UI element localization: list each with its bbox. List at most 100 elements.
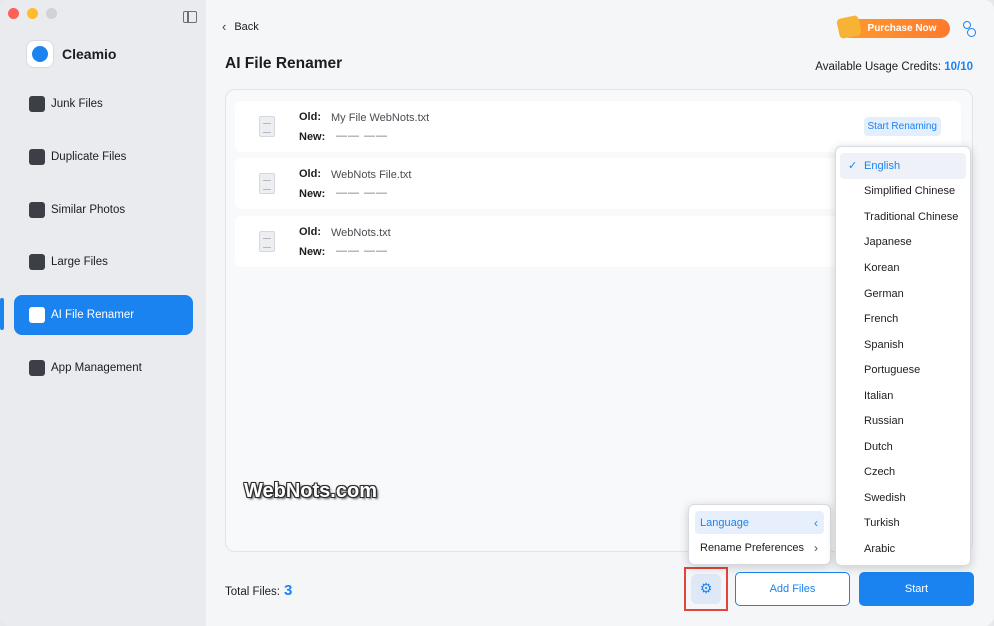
sidebar-item-label: Junk Files	[51, 98, 103, 110]
junk-files-icon	[29, 96, 45, 112]
sidebar-item-label: App Management	[51, 361, 142, 374]
language-label: Swedish	[864, 491, 906, 504]
account-icon[interactable]	[963, 21, 977, 37]
app-name: Cleamio	[62, 46, 117, 62]
sidebar-item-app-management[interactable]: App Management	[14, 348, 193, 388]
language-label: English	[864, 159, 901, 172]
sidebar-item-junk-files[interactable]: Junk Files	[14, 84, 193, 124]
chevron-right-icon: ›	[814, 540, 818, 555]
new-label: New:	[299, 131, 326, 143]
language-option[interactable]: Turkish	[840, 511, 966, 537]
language-option[interactable]: Traditional Chinese	[840, 204, 966, 230]
checkmark-icon: ✓	[848, 160, 858, 173]
language-option[interactable]: Korean	[840, 255, 966, 281]
settings-menu: Language ‹ Rename Preferences ›	[688, 504, 831, 565]
language-option[interactable]: Swedish	[840, 485, 966, 511]
language-option[interactable]: ✓ English	[840, 153, 966, 179]
document-icon	[259, 116, 275, 137]
language-option[interactable]: Japanese	[840, 230, 966, 256]
language-option[interactable]: Arabic	[840, 536, 966, 562]
sidebar-toggle-icon[interactable]	[183, 11, 197, 23]
language-label: German	[864, 287, 904, 300]
window-controls	[8, 8, 57, 19]
new-label: New:	[299, 188, 326, 200]
start-renaming-button[interactable]: Start Renaming	[863, 117, 941, 136]
language-menu: ✓ English Simplified Chinese Traditional …	[835, 146, 971, 566]
sidebar: Cleamio Junk Files Duplicate Files Simil…	[0, 0, 206, 626]
language-option[interactable]: Czech	[840, 460, 966, 486]
folder-icon	[29, 148, 45, 165]
credits-label: Available Usage Credits:	[815, 61, 942, 73]
brand: Cleamio	[27, 41, 116, 67]
language-label: French	[864, 313, 899, 326]
old-filename: WebNots.txt	[331, 227, 391, 239]
settings-button[interactable]: ⚙	[691, 574, 721, 604]
old-label: Old:	[299, 226, 321, 238]
sidebar-nav: Junk Files Duplicate Files Similar Photo…	[14, 84, 193, 401]
menu-item-language[interactable]: Language ‹	[695, 511, 824, 534]
purchase-now-button[interactable]: Purchase Now	[836, 14, 950, 40]
close-window-button[interactable]	[8, 8, 19, 19]
language-label: Czech	[864, 466, 896, 479]
language-label: Arabic	[864, 542, 896, 555]
active-nav-marker	[0, 298, 4, 330]
old-label: Old:	[299, 168, 321, 180]
language-option[interactable]: Dutch	[840, 434, 966, 460]
chevron-left-icon: ‹	[814, 515, 818, 530]
total-files-label: Total Files:	[225, 586, 280, 598]
total-files: Total Files: 3	[225, 582, 292, 599]
app-store-icon	[29, 359, 45, 376]
cleamio-logo-icon	[27, 41, 53, 67]
language-option[interactable]: Portuguese	[840, 357, 966, 383]
language-option[interactable]: Russian	[840, 408, 966, 434]
menu-item-rename-preferences[interactable]: Rename Preferences ›	[695, 536, 824, 559]
photo-icon	[29, 201, 45, 218]
page-title: AI File Renamer	[225, 55, 343, 72]
start-button[interactable]: Start	[859, 572, 974, 606]
add-files-button[interactable]: Add Files	[735, 572, 850, 606]
sidebar-item-duplicate-files[interactable]: Duplicate Files	[14, 137, 193, 177]
ai-file-icon	[29, 307, 45, 324]
zoom-window-button[interactable]	[46, 8, 57, 19]
language-label: Japanese	[864, 236, 912, 249]
watermark: WebNots.com	[244, 480, 377, 502]
menu-item-label: Rename Preferences	[700, 541, 804, 554]
new-label: New:	[299, 246, 326, 258]
sidebar-item-ai-file-renamer[interactable]: AI File Renamer	[14, 295, 193, 336]
language-label: Spanish	[864, 338, 904, 351]
large-files-icon	[29, 254, 45, 271]
old-filename: WebNots File.txt	[331, 169, 412, 181]
old-filename: My File WebNots.txt	[331, 112, 430, 124]
app-window: Cleamio Junk Files Duplicate Files Simil…	[0, 0, 994, 626]
sidebar-item-label: AI File Renamer	[51, 309, 135, 322]
new-filename: —— ——	[336, 245, 389, 257]
language-option[interactable]: Italian	[840, 383, 966, 409]
usage-credits: Available Usage Credits: 10/10	[815, 61, 973, 73]
total-files-count: 3	[283, 582, 293, 599]
settings-highlight: ⚙	[684, 567, 728, 611]
language-option[interactable]: German	[840, 281, 966, 307]
back-label: Back	[234, 20, 259, 33]
new-filename: —— ——	[336, 187, 389, 199]
language-label: Korean	[864, 261, 900, 274]
minimize-window-button[interactable]	[27, 8, 38, 19]
language-label: Italian	[864, 389, 894, 402]
back-button[interactable]: ‹ Back	[222, 19, 259, 34]
sidebar-item-label: Duplicate Files	[51, 150, 127, 163]
file-row[interactable]: Old: My File WebNots.txt New: —— —— Star…	[235, 101, 961, 152]
sidebar-item-label: Similar Photos	[51, 203, 126, 216]
language-label: Traditional Chinese	[864, 210, 959, 223]
document-icon	[259, 173, 275, 194]
sidebar-item-large-files[interactable]: Large Files	[14, 242, 193, 282]
language-label: Russian	[864, 415, 904, 428]
language-option[interactable]: Spanish	[840, 332, 966, 358]
language-label: Simplified Chinese	[864, 185, 956, 198]
language-option[interactable]: Simplified Chinese	[840, 179, 966, 205]
language-option[interactable]: French	[840, 306, 966, 332]
credits-value: 10/10	[944, 61, 973, 73]
sidebar-item-similar-photos[interactable]: Similar Photos	[14, 190, 193, 230]
new-filename: —— ——	[336, 130, 389, 142]
language-label: Dutch	[864, 440, 893, 453]
language-label: Turkish	[864, 517, 900, 530]
chevron-left-icon: ‹	[222, 19, 227, 34]
